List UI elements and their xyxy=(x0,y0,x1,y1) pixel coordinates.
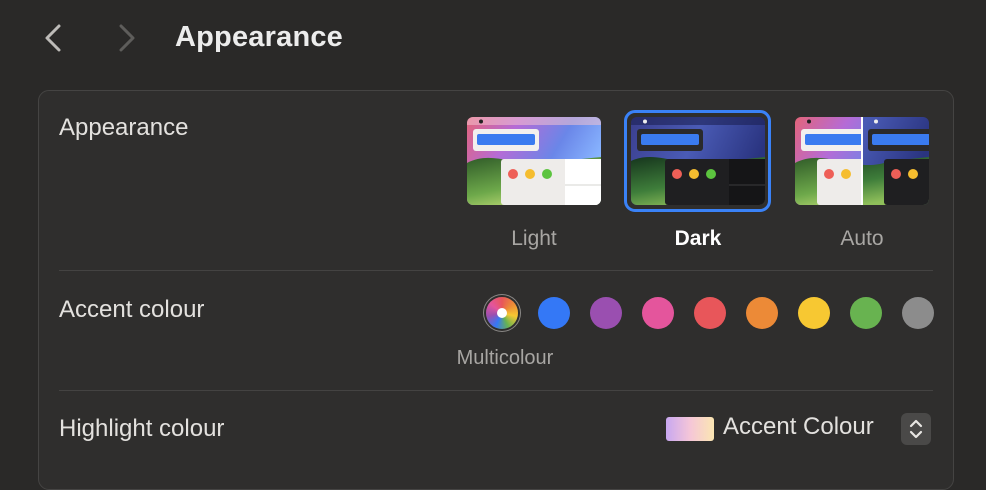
appearance-light-label[interactable]: Light xyxy=(467,227,601,251)
accent-colour-label: Accent colour xyxy=(59,296,205,323)
divider xyxy=(59,270,933,271)
accent-swatch-pink[interactable] xyxy=(642,297,674,329)
accent-swatch-red[interactable] xyxy=(694,297,726,329)
divider xyxy=(59,390,933,391)
toolbar: Appearance xyxy=(0,0,986,78)
page-title: Appearance xyxy=(175,21,344,53)
appearance-dark-label[interactable]: Dark xyxy=(631,227,765,251)
accent-selected-label: Multicolour xyxy=(456,347,554,369)
highlight-colour-label: Highlight colour xyxy=(59,415,225,442)
highlight-colour-swatch xyxy=(666,417,714,441)
appearance-dark-thumbnail[interactable] xyxy=(631,117,765,205)
settings-panel: Appearance Light Dark Auto Accent colour… xyxy=(38,90,954,490)
appearance-auto-label[interactable]: Auto xyxy=(795,227,929,251)
accent-swatch-blue[interactable] xyxy=(538,297,570,329)
chevron-right-icon xyxy=(119,24,135,52)
appearance-auto-thumbnail[interactable] xyxy=(795,117,929,205)
accent-swatch-yellow[interactable] xyxy=(798,297,830,329)
highlight-colour-popup[interactable]: Accent Colour xyxy=(723,413,874,441)
accent-swatch-green[interactable] xyxy=(850,297,882,329)
accent-swatch-purple[interactable] xyxy=(590,297,622,329)
appearance-light-thumbnail[interactable] xyxy=(467,117,601,205)
forward-button[interactable] xyxy=(110,22,142,54)
back-button[interactable] xyxy=(38,22,70,54)
chevron-up-down-icon xyxy=(909,419,923,439)
selected-dot-icon xyxy=(497,308,507,318)
accent-swatch-orange[interactable] xyxy=(746,297,778,329)
chevron-left-icon xyxy=(45,24,61,52)
appearance-label: Appearance xyxy=(59,114,189,141)
highlight-colour-stepper[interactable] xyxy=(901,413,931,445)
accent-swatch-graphite[interactable] xyxy=(902,297,934,329)
accent-swatch-multicolour[interactable] xyxy=(486,297,518,329)
